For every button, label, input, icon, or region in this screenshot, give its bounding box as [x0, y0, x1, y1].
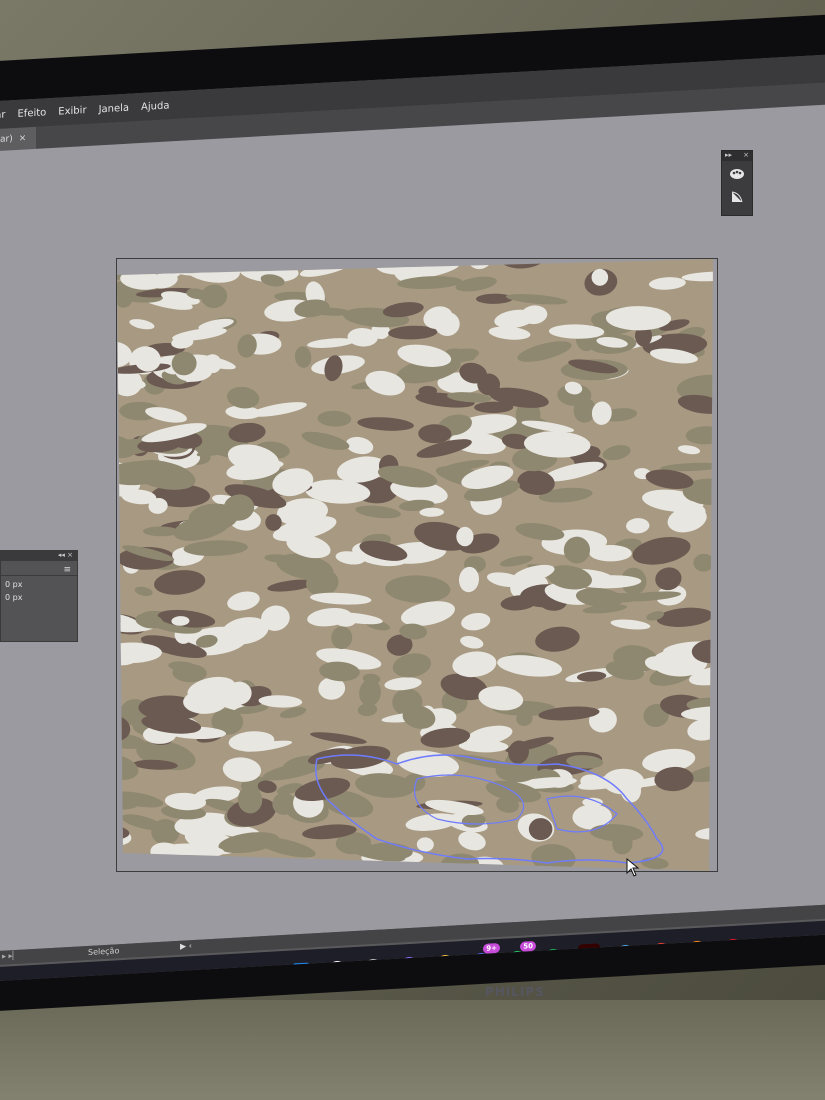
- document-tab-label: ar): [0, 134, 13, 145]
- discord-icon-glyph: [473, 952, 489, 970]
- camo-blob: [280, 858, 339, 871]
- discord-icon[interactable]: 9+: [470, 942, 500, 972]
- file-explorer-icon[interactable]: [434, 951, 456, 974]
- camo-blob: [591, 268, 609, 286]
- task-view-icon-glyph: [365, 958, 381, 976]
- camo-blob: [117, 609, 119, 634]
- camo-blob: [487, 868, 508, 871]
- copilot-icon[interactable]: [398, 953, 420, 976]
- transform-panel-header[interactable]: ◂◂ ×: [1, 551, 77, 561]
- shape-tool-icon[interactable]: [726, 187, 748, 207]
- camo-blob: [179, 258, 223, 262]
- search-everything-icon[interactable]: [686, 937, 708, 960]
- mouse-cursor-icon: [626, 858, 640, 877]
- close-icon[interactable]: ×: [743, 151, 749, 161]
- spotify-icon[interactable]: [542, 945, 564, 968]
- chrome-icon[interactable]: [650, 939, 672, 962]
- camo-blob: [176, 259, 234, 262]
- camo-blob: [434, 312, 460, 336]
- opera-icon[interactable]: [722, 935, 744, 958]
- notepad-icon-glyph: [617, 944, 633, 962]
- file-explorer-icon-glyph: [437, 954, 453, 972]
- copilot-icon-glyph: [401, 956, 417, 974]
- camo-blob: [180, 259, 220, 267]
- search-everything-icon-glyph: [689, 940, 705, 958]
- camo-blob: [715, 359, 718, 382]
- windows-start-icon[interactable]: [290, 959, 312, 982]
- status-nav-controls[interactable]: ▸ ▸▏: [2, 951, 19, 961]
- whatsapp-icon[interactable]: 50: [506, 940, 536, 970]
- panel-menu-icon[interactable]: ≡: [63, 565, 71, 575]
- camo-blob: [209, 259, 227, 261]
- search-icon[interactable]: [326, 957, 348, 980]
- width-field[interactable]: 0 px: [1, 576, 77, 589]
- menu-item-window[interactable]: Janela: [99, 102, 129, 115]
- menu-item-view[interactable]: Exibir: [58, 105, 86, 118]
- palette-icon[interactable]: [726, 164, 748, 184]
- transform-panel: ◂◂ × ≡ 0 px 0 px: [0, 550, 78, 642]
- spotify-icon-glyph: [545, 948, 561, 966]
- menu-item-selection[interactable]: ionar: [0, 109, 5, 121]
- status-tool-name: Seleção: [88, 946, 120, 957]
- height-field[interactable]: 0 px: [1, 589, 77, 602]
- camo-blob: [589, 545, 632, 562]
- camo-blob: [226, 870, 261, 872]
- notepad-icon[interactable]: [614, 941, 636, 964]
- notification-badge: 50: [520, 940, 536, 952]
- expand-icon[interactable]: ▸▸: [725, 151, 732, 161]
- background-desk-wall: [0, 1000, 825, 1100]
- search-icon-glyph: [329, 960, 345, 978]
- camo-blob: [196, 866, 219, 871]
- menu-item-help[interactable]: Ajuda: [141, 100, 169, 113]
- notification-badge: 9+: [483, 942, 500, 954]
- artboard[interactable]: [116, 258, 718, 872]
- illustrator-icon[interactable]: Ai: [578, 943, 600, 967]
- camo-blob: [714, 439, 718, 463]
- task-view-icon[interactable]: [362, 955, 384, 978]
- whatsapp-icon-glyph: [509, 950, 525, 968]
- tools-panel-header: ▸▸ ×: [722, 151, 752, 161]
- camo-blob: [117, 732, 119, 752]
- camo-blob: [181, 259, 243, 271]
- status-arrows[interactable]: ▶ ‹: [180, 941, 192, 951]
- chrome-icon-glyph: [653, 942, 669, 960]
- close-icon[interactable]: ×: [19, 133, 27, 143]
- windows-start-icon-glyph: [293, 962, 309, 980]
- tools-panel: ▸▸ ×: [721, 150, 753, 216]
- opera-icon-glyph: [725, 938, 741, 956]
- camo-blob: [120, 259, 141, 274]
- menu-item-effect[interactable]: Efeito: [17, 107, 46, 120]
- monitor-brand-logo: PHILIPS: [485, 985, 545, 999]
